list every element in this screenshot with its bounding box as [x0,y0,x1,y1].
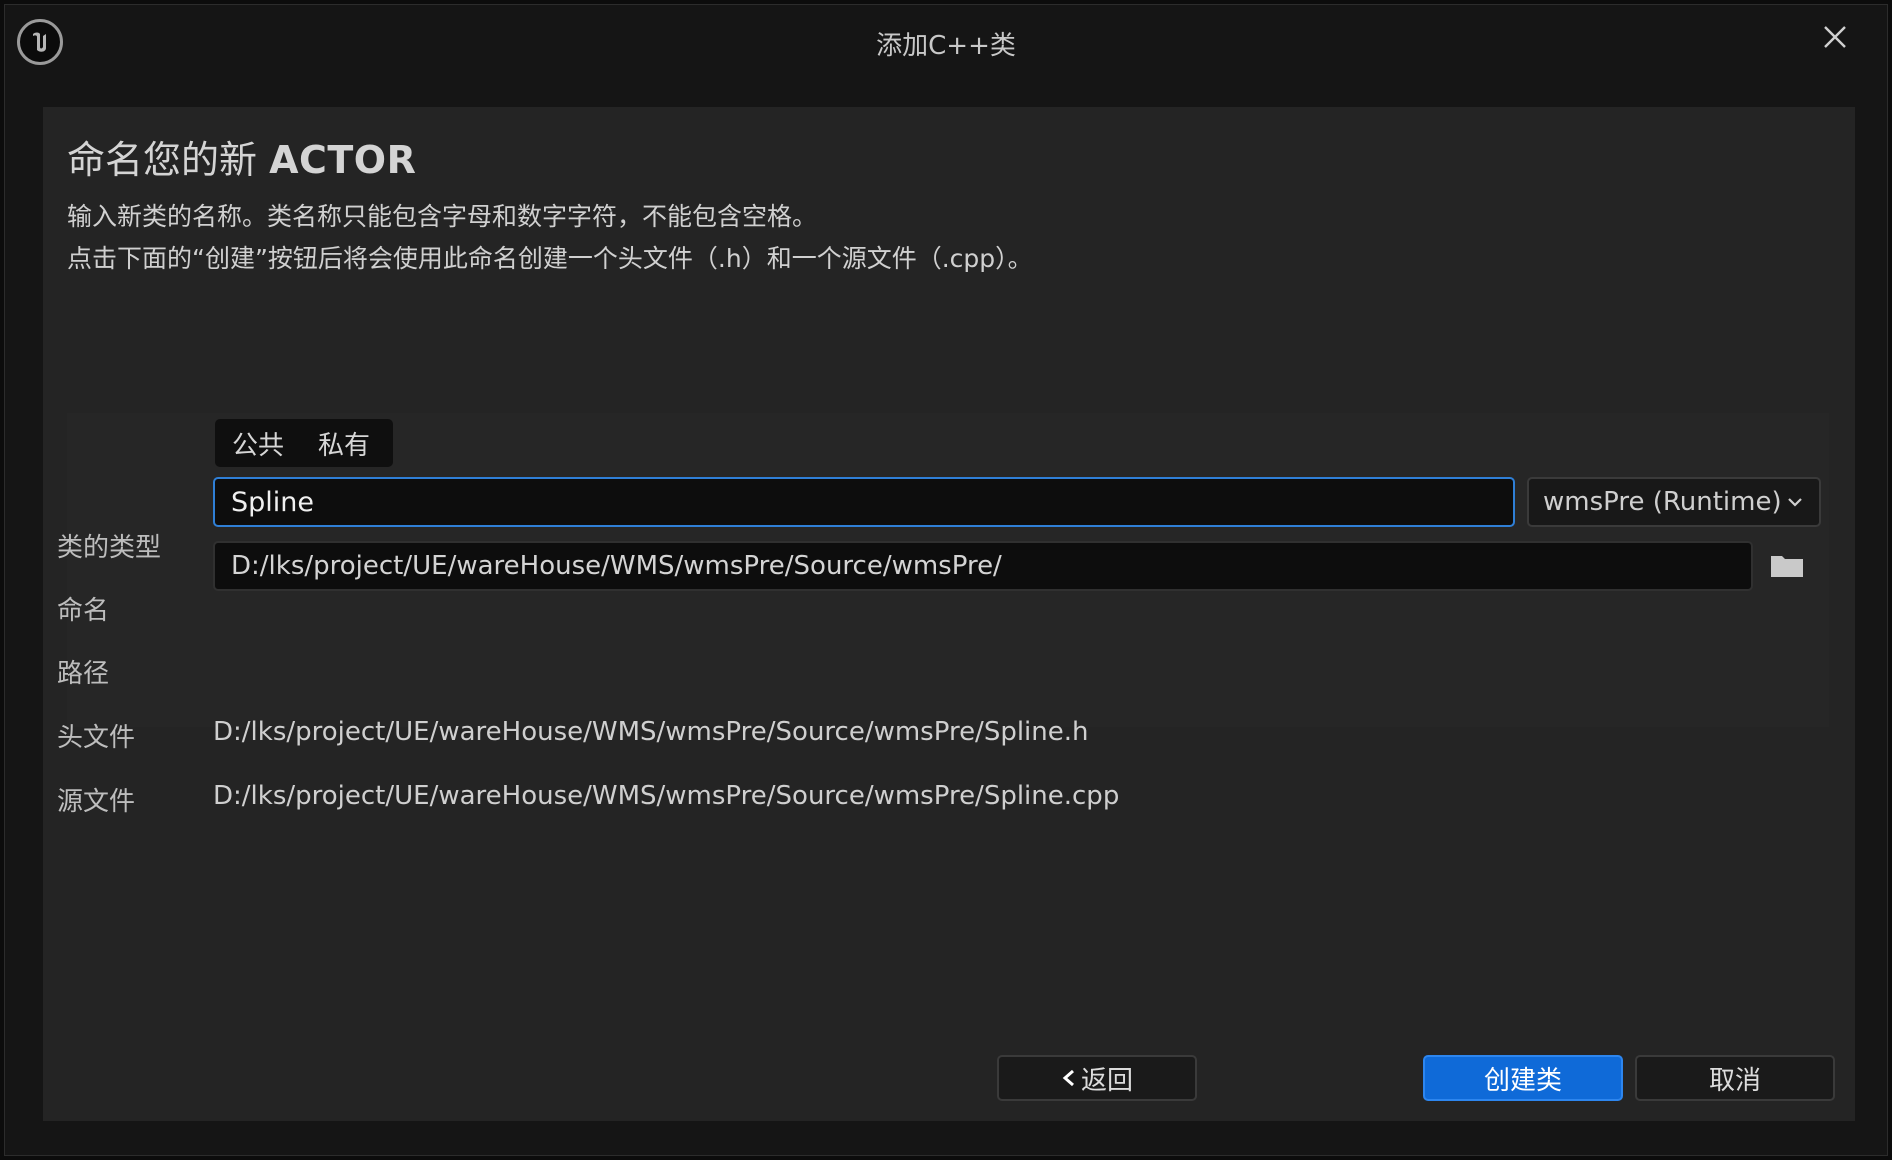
module-dropdown-value: wmsPre (Runtime) [1543,487,1782,517]
create-class-button[interactable]: 创建类 [1423,1055,1623,1101]
back-button-label: 返回 [1080,1065,1133,1096]
window-title: 添加C++类 [876,31,1016,61]
source-file-label: 源文件 [57,787,136,817]
header-file-path: D:/lks/project/UE/wareHouse/WMS/wmsPre/S… [213,717,1089,747]
cancel-button-label: 取消 [1708,1065,1761,1096]
description-line-1: 输入新类的名称。类名称只能包含字母和数字字符，不能包含空格。 [67,202,818,231]
path-input[interactable] [213,541,1753,591]
close-button[interactable] [1817,19,1853,55]
back-button[interactable]: 返回 [997,1055,1197,1101]
folder-icon [1771,556,1803,577]
chevron-down-icon [1788,498,1802,507]
heading-prefix: 命名您的新 [67,138,270,182]
cancel-button[interactable]: 取消 [1635,1055,1835,1101]
chevron-left-icon [1062,1069,1074,1087]
create-class-button-label: 创建类 [1483,1065,1562,1096]
browse-folder-button[interactable] [1767,547,1807,585]
class-type-label: 类的类型 [57,533,162,563]
class-type-public[interactable]: 公共 [215,425,301,462]
add-cpp-class-dialog: 添加C++类 命名您的新 ACTOR 输入新类的名称。类名称只能包含字母和数字字… [4,4,1888,1156]
module-dropdown[interactable]: wmsPre (Runtime) [1527,477,1821,527]
class-type-toggle: 公共 私有 [215,419,393,467]
page-heading: 命名您的新 ACTOR [67,129,416,184]
content-panel: 命名您的新 ACTOR 输入新类的名称。类名称只能包含字母和数字字符，不能包含空… [43,107,1855,1121]
title-bar: 添加C++类 [5,5,1887,109]
path-label: 路径 [57,659,110,689]
name-label: 命名 [57,596,110,626]
class-type-private[interactable]: 私有 [301,425,387,462]
source-file-path: D:/lks/project/UE/wareHouse/WMS/wmsPre/S… [213,781,1120,811]
class-name-input[interactable] [213,477,1515,527]
header-file-label: 头文件 [57,723,136,753]
description-line-2: 点击下面的“创建”按钮后将会使用此命名创建一个头文件（.h）和一个源文件（.cp… [67,244,1033,273]
close-icon [1824,26,1846,48]
heading-class-type: ACTOR [269,138,417,182]
